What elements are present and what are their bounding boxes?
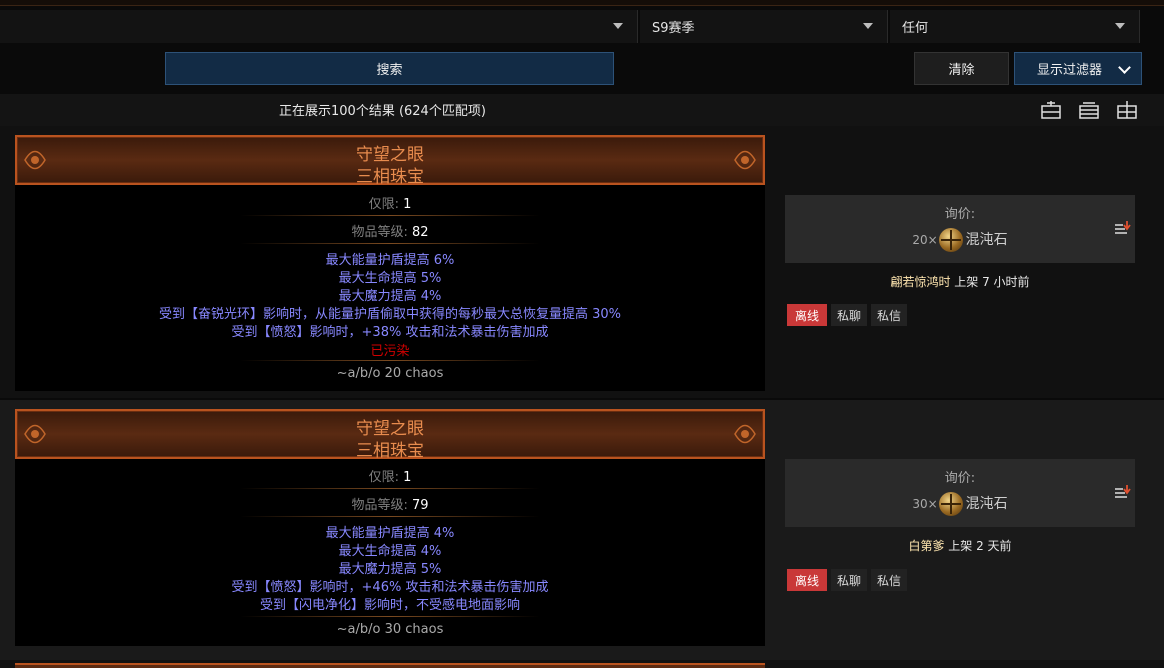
currency-name: 混沌石 xyxy=(965,232,1008,248)
limit-value: 1 xyxy=(403,470,412,485)
corrupted-label: 已污染 xyxy=(370,344,410,359)
item-card[interactable]: 守望之眼 三相珠宝 仅限: 1 物品等级: 82 最大能量护盾提高 6% 最大生… xyxy=(15,135,765,391)
separator xyxy=(240,243,540,244)
chevron-down-icon xyxy=(863,23,873,29)
price-amount: 20× xyxy=(912,233,938,247)
explicit-mod: 受到【愤怒】影响时，+46% 攻击和法术暴击伤害加成 xyxy=(231,580,549,595)
item-note: ~a/b/o 30 chaos xyxy=(336,622,444,637)
limit-label: 仅限: xyxy=(368,197,399,212)
explicit-mod: 最大魔力提高 5% xyxy=(338,562,442,577)
clear-button-label: 清除 xyxy=(948,63,975,78)
limit-label: 仅限: xyxy=(368,470,399,485)
explicit-mod: 受到【闪电净化】影响时，不受感电地面影响 xyxy=(259,598,520,613)
explicit-mod: 最大生命提高 4% xyxy=(338,544,442,559)
compact-view-icon[interactable] xyxy=(1041,101,1061,119)
item-level-value: 79 xyxy=(411,498,429,513)
league-select[interactable]: S9赛季 xyxy=(640,10,888,43)
show-filters-button[interactable]: 显示过滤器 xyxy=(1014,52,1142,85)
limit-property: 仅限: 1 xyxy=(15,193,765,212)
search-button-label: 搜索 xyxy=(376,63,403,78)
search-button[interactable]: 搜索 xyxy=(165,52,614,85)
item-base-type: 三相珠宝 xyxy=(356,441,424,461)
whisper-button[interactable]: 私聊 xyxy=(831,304,867,326)
show-filters-label: 显示过滤器 xyxy=(1037,63,1103,78)
search-type-select[interactable] xyxy=(0,10,638,43)
price-amount: 30× xyxy=(912,497,938,511)
price-label: 询价: xyxy=(944,471,976,486)
list-view-icon[interactable] xyxy=(1079,101,1099,119)
explicit-mod: 最大生命提高 5% xyxy=(338,271,442,286)
item-header: 守望之眼 三相珠宝 xyxy=(15,409,765,461)
filter-row: S9赛季 任何 xyxy=(0,10,1164,43)
chevron-down-icon xyxy=(1118,61,1131,74)
chevron-down-icon xyxy=(1115,23,1125,29)
item-level-property: 物品等级: 82 xyxy=(15,221,765,240)
explicit-mod: 受到【愤怒】影响时，+38% 攻击和法术暴击伤害加成 xyxy=(231,325,549,340)
sort-by-price-icon[interactable] xyxy=(1115,221,1131,235)
explicit-mod: 最大能量护盾提高 4% xyxy=(325,526,455,541)
separator xyxy=(240,616,540,617)
online-status-select[interactable]: 任何 xyxy=(890,10,1140,43)
status-value: 任何 xyxy=(902,21,929,36)
sort-by-price-icon[interactable] xyxy=(1115,485,1131,499)
seller-info: 白第爹 上架 2 天前 xyxy=(785,537,1135,554)
next-item-card-edge xyxy=(15,663,765,668)
explicit-mod: 受到【奋锐光环】影响时，从能量护盾偷取中获得的每秒最大总恢复量提高 30% xyxy=(158,307,622,322)
results-bar xyxy=(0,94,1164,126)
whisper-button[interactable]: 私聊 xyxy=(831,569,867,591)
separator xyxy=(240,516,540,517)
private-message-button[interactable]: 私信 xyxy=(871,569,907,591)
seller-account[interactable]: 翩若惊鸿时 xyxy=(890,275,950,289)
item-base-type: 三相珠宝 xyxy=(356,167,424,187)
item-level-value: 82 xyxy=(411,225,429,240)
offline-button[interactable]: 离线 xyxy=(787,304,827,326)
limit-value: 1 xyxy=(403,197,412,212)
results-summary: 正在展示100个结果 (624个匹配项) xyxy=(279,104,486,119)
item-card[interactable]: 守望之眼 三相珠宝 仅限: 1 物品等级: 79 最大能量护盾提高 4% 最大生… xyxy=(15,409,765,646)
expanded-view-icon[interactable] xyxy=(1117,101,1137,119)
clear-button[interactable]: 清除 xyxy=(914,52,1009,85)
listed-time: 上架 2 天前 xyxy=(948,539,1012,553)
offline-button[interactable]: 离线 xyxy=(787,569,827,591)
price-box: 询价: 30× 混沌石 xyxy=(785,459,1135,527)
explicit-mod: 最大能量护盾提高 6% xyxy=(325,253,455,268)
chaos-orb-icon xyxy=(938,492,963,516)
seller-account[interactable]: 白第爹 xyxy=(908,539,944,553)
chevron-down-icon xyxy=(613,23,623,29)
private-message-button[interactable]: 私信 xyxy=(871,304,907,326)
item-level-label: 物品等级: xyxy=(351,498,408,513)
top-border xyxy=(0,0,1164,6)
currency-name: 混沌石 xyxy=(965,496,1008,512)
price-label: 询价: xyxy=(944,207,976,222)
chaos-orb-icon xyxy=(938,228,963,252)
limit-property: 仅限: 1 xyxy=(15,466,765,485)
price-value: 20× 混沌石 xyxy=(785,228,1135,252)
listed-time: 上架 7 小时前 xyxy=(954,275,1030,289)
item-note: ~a/b/o 20 chaos xyxy=(336,366,444,381)
separator xyxy=(240,360,540,361)
separator xyxy=(240,488,540,489)
item-level-label: 物品等级: xyxy=(351,225,408,240)
item-header: 守望之眼 三相珠宝 xyxy=(15,135,765,187)
seller-info: 翩若惊鸿时 上架 7 小时前 xyxy=(785,273,1135,290)
price-value: 30× 混沌石 xyxy=(785,492,1135,516)
item-level-property: 物品等级: 79 xyxy=(15,494,765,513)
price-box: 询价: 20× 混沌石 xyxy=(785,195,1135,263)
separator xyxy=(240,215,540,216)
explicit-mod: 最大魔力提高 4% xyxy=(338,289,442,304)
league-value: S9赛季 xyxy=(652,21,695,36)
